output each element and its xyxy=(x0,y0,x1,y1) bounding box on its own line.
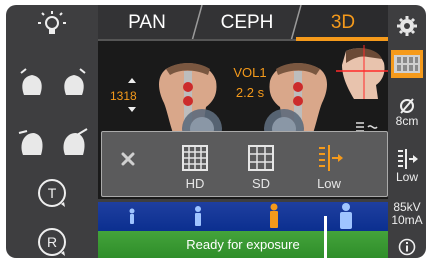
info-button[interactable] xyxy=(388,238,426,258)
fov-label: 8cm xyxy=(395,114,419,128)
head-tilt-left-icon[interactable] xyxy=(16,127,48,157)
tab-ceph[interactable]: CEPH xyxy=(198,5,296,41)
dose-icon xyxy=(398,149,418,169)
dose-low-icon xyxy=(319,145,343,171)
status-bar: Ready for exposure xyxy=(98,231,388,258)
quality-hd-label: HD xyxy=(185,176,205,191)
head-tilt-right-icon[interactable] xyxy=(58,127,90,157)
right-toolbar: 8cm Low 85kV 10mA xyxy=(388,5,426,258)
quality-low-button[interactable]: Low xyxy=(304,140,354,192)
teeth-icon xyxy=(391,50,423,78)
head-up-right-icon[interactable] xyxy=(58,67,90,97)
program-label: VOL1 xyxy=(233,65,267,80)
grid-sd-icon xyxy=(248,145,274,171)
patient-size-bar xyxy=(98,202,388,231)
close-icon xyxy=(121,152,135,166)
dose-label: Low xyxy=(395,170,418,184)
diameter-icon xyxy=(400,98,414,114)
svg-text:T: T xyxy=(48,185,57,201)
patient-child-icon xyxy=(129,208,135,224)
head-up-left-icon[interactable] xyxy=(16,67,48,97)
patient-large-icon xyxy=(340,203,352,229)
mode-tabs: PAN CEPH 3D xyxy=(98,5,388,41)
svg-text:R: R xyxy=(47,234,57,250)
patient-small-icon xyxy=(195,206,201,226)
reset-icon[interactable]: R xyxy=(35,225,69,258)
quality-low-label: Low xyxy=(317,176,341,191)
status-message: Ready for exposure xyxy=(186,237,300,252)
light-icon[interactable] xyxy=(34,11,70,39)
close-popup-button[interactable] xyxy=(104,140,154,192)
info-icon xyxy=(398,238,416,256)
tab-pan[interactable]: PAN xyxy=(98,5,196,41)
quality-hd-button[interactable]: HD xyxy=(170,140,220,192)
height-value[interactable]: 1318 xyxy=(110,89,150,103)
ma-value: 10mA xyxy=(391,213,423,227)
grid-hd-icon xyxy=(182,145,208,171)
fov-button[interactable]: 8cm xyxy=(388,97,426,133)
exposure-values[interactable]: 85kV 10mA xyxy=(388,201,426,231)
settings-button[interactable] xyxy=(388,15,426,39)
size-slider-handle[interactable] xyxy=(324,231,327,258)
patient-size-icons xyxy=(129,203,352,231)
dose-button[interactable]: Low xyxy=(388,147,426,187)
quality-sd-label: SD xyxy=(251,176,271,191)
gear-icon xyxy=(397,16,417,36)
test-mode-icon[interactable]: T xyxy=(35,176,69,210)
exposure-time-label: 2.2 s xyxy=(235,85,265,100)
quality-sd-button[interactable]: SD xyxy=(236,140,286,192)
tab-3d[interactable]: 3D xyxy=(298,5,388,41)
patient-medium-icon xyxy=(270,203,278,228)
device-panel: T R PAN CEPH 3D VOL1 2.2 s 1318 HD SD Lo… xyxy=(6,5,426,258)
quality-popup: HD SD Low xyxy=(101,131,388,197)
jaw-region-button[interactable] xyxy=(388,49,426,83)
left-toolbar: T R xyxy=(6,5,98,258)
